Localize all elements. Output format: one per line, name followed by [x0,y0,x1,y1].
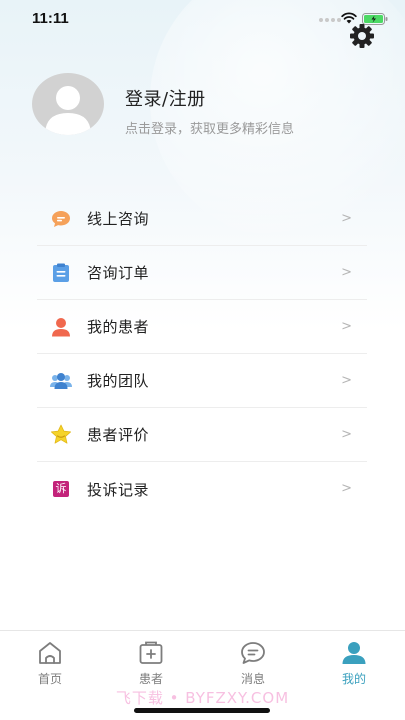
home-indicator [134,708,270,713]
default-avatar-icon [45,86,91,135]
message-icon [241,642,265,664]
chevron-right-icon: > [341,481,352,496]
tab-patients[interactable]: 患者 [121,641,181,687]
chevron-right-icon: > [341,211,352,226]
status-bar: 11:11 [0,0,405,36]
chevron-right-icon: > [341,427,352,442]
login-subtitle: 点击登录，获取更多精彩信息 [125,122,295,137]
menu-item-label: 咨询订单 [87,264,150,282]
menu-item-my-team[interactable]: 我的团队 > [37,354,367,408]
menu-item-label: 我的患者 [87,318,150,336]
signal-icon [319,18,341,22]
tab-label: 消息 [240,672,265,686]
menu-item-label: 患者评价 [87,426,150,444]
chevron-right-icon: > [341,373,352,388]
status-time: 11:11 [32,10,69,27]
menu-item-label: 投诉记录 [87,480,150,499]
clipboard-icon [50,262,72,284]
menu-item-consult-orders[interactable]: 咨询订单 > [37,246,367,300]
settings-gear-icon[interactable] [348,22,376,50]
chat-bubble-icon [50,208,72,230]
tab-label: 首页 [37,672,62,686]
tab-me[interactable]: 我的 [324,641,384,687]
chevron-right-icon: > [341,265,352,280]
patient-icon [50,316,72,338]
menu-item-label: 线上咨询 [87,210,150,228]
star-icon [50,424,72,446]
tab-home[interactable]: 首页 [20,641,80,687]
menu-item-online-consult[interactable]: 线上咨询 > [37,192,367,246]
menu-item-complaint-records[interactable]: 诉 投诉记录 > [37,462,367,516]
profile-icon [342,642,366,664]
home-icon [39,642,61,664]
tab-label: 我的 [341,672,366,686]
tab-messages[interactable]: 消息 [223,641,283,687]
tab-label: 患者 [138,672,163,686]
menu-item-my-patients[interactable]: 我的患者 > [37,300,367,354]
patients-box-icon [139,641,163,664]
menu-item-label: 我的团队 [87,372,150,390]
menu-list: 线上咨询 > 咨询订单 > 我的患者 > 我的团队 > 患者评价 > 诉 投诉记… [37,192,367,516]
chevron-right-icon: > [341,319,352,334]
complaint-icon: 诉 [50,478,72,500]
team-icon [50,370,72,392]
avatar[interactable] [32,73,104,135]
login-register-link[interactable]: 登录/注册 [125,85,206,111]
watermark: 飞下载 • BYFZXY.COM [115,689,290,707]
menu-item-patient-reviews[interactable]: 患者评价 > [37,408,367,462]
